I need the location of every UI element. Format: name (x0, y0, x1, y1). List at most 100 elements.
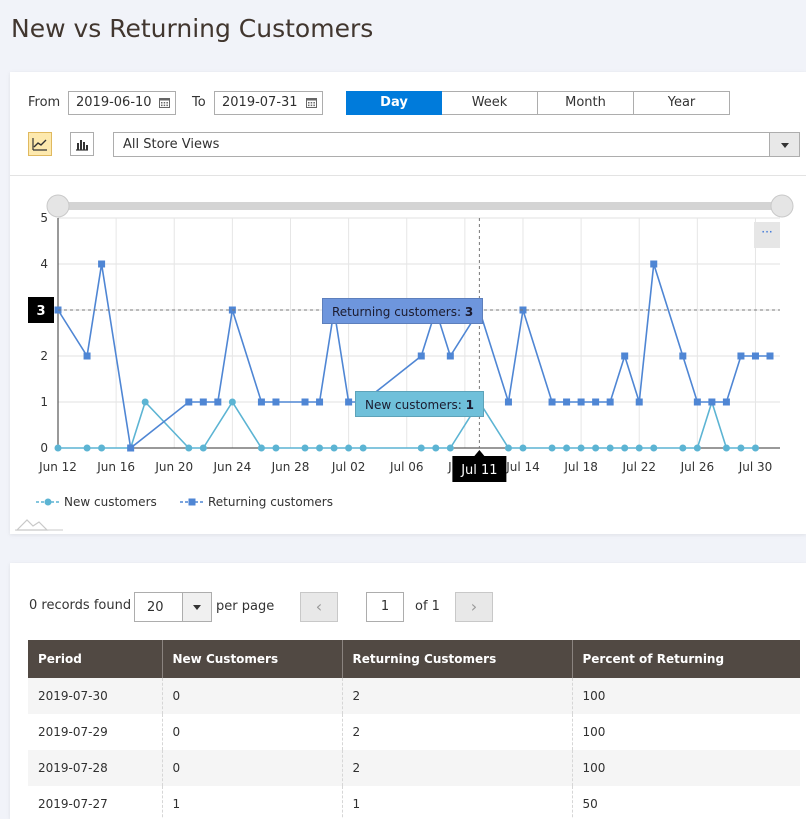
data-point-returning (83, 352, 91, 360)
page-of-label: of 1 (415, 599, 440, 614)
data-point-new (592, 444, 600, 452)
data-point-returning (577, 398, 585, 406)
calendar-icon[interactable] (159, 97, 170, 108)
store-view-select[interactable]: All Store Views (113, 132, 800, 157)
data-point-new (257, 444, 265, 452)
cell-new: 1 (162, 786, 343, 819)
table-row: 2019-07-29 0 2 100 (28, 714, 800, 750)
x-tick-label: Jul 26 (680, 460, 715, 474)
data-point-returning (316, 398, 324, 406)
data-point-new (83, 444, 91, 452)
tab-day[interactable]: Day (346, 91, 442, 115)
cell-percent: 100 (572, 714, 800, 750)
tooltip-returning-value: 3 (464, 305, 474, 319)
to-date-field[interactable]: 2019-07-31 (214, 91, 323, 115)
cell-period: 2019-07-29 (28, 714, 163, 750)
report-table: Period New Customers Returning Customers… (28, 640, 800, 819)
bar-chart-icon (76, 140, 88, 151)
x-tick-label: Jul 18 (563, 460, 598, 474)
legend-item-returning[interactable]: Returning customers (180, 495, 333, 509)
per-page-label: per page (216, 599, 275, 614)
chart-card: From 2019-06-10 To 2019-07-31 Day Week M… (10, 72, 806, 534)
data-point-returning (98, 260, 106, 268)
chart-menu-button[interactable]: ··· (754, 222, 780, 248)
calendar-icon[interactable] (306, 97, 317, 108)
crosshair-y-label: 3 (36, 304, 45, 319)
data-point-returning (185, 398, 193, 406)
table-row: 2019-07-30 0 2 100 (28, 678, 800, 714)
column-header-percent-returning[interactable]: Percent of Returning (572, 640, 800, 678)
from-date-value: 2019-06-10 (76, 95, 152, 110)
data-point-returning (722, 398, 730, 406)
tab-month[interactable]: Month (538, 91, 634, 115)
legend-new-marker (36, 498, 60, 506)
data-point-new (504, 444, 512, 452)
next-page-button[interactable]: › (455, 592, 493, 622)
column-header-new-customers[interactable]: New Customers (162, 640, 343, 678)
data-point-returning (548, 398, 556, 406)
tooltip-new-label: New customers: (365, 398, 466, 412)
tab-week[interactable]: Week (442, 91, 538, 115)
data-point-returning (504, 398, 512, 406)
page-input[interactable]: 1 (366, 592, 404, 622)
from-date-field[interactable]: 2019-06-10 (68, 91, 176, 115)
data-point-new (751, 444, 759, 452)
x-tick-label: Jul 14 (505, 460, 540, 474)
chart-logo-icon (15, 519, 63, 531)
cell-percent: 50 (572, 786, 800, 819)
x-tick-label: Jun 24 (212, 460, 251, 474)
cell-returning: 2 (342, 678, 573, 714)
tab-year[interactable]: Year (634, 91, 730, 115)
data-point-new (519, 444, 527, 452)
table-row: 2019-07-27 1 1 50 (28, 786, 800, 819)
column-header-period[interactable]: Period (28, 640, 163, 678)
chevron-down-icon[interactable] (769, 133, 799, 156)
data-point-returning (635, 398, 643, 406)
x-tick-label: Jul 06 (389, 460, 424, 474)
records-found: 0 records found (29, 598, 132, 613)
data-point-new (679, 444, 687, 452)
x-tick-label: Jun 20 (154, 460, 193, 474)
data-point-returning (679, 352, 687, 360)
prev-page-button[interactable]: ‹ (300, 592, 338, 622)
cell-new: 0 (162, 714, 343, 750)
line-chart-button[interactable] (28, 132, 52, 156)
data-point-returning (417, 352, 425, 360)
tooltip-new-value: 1 (465, 398, 474, 412)
bar-chart-button[interactable] (70, 132, 94, 156)
y-tick-label: 4 (40, 257, 48, 271)
data-point-returning (693, 398, 701, 406)
data-point-returning (621, 352, 629, 360)
data-point-new (185, 444, 193, 452)
range-slider-track (58, 202, 782, 210)
data-point-returning (650, 260, 658, 268)
chevron-right-icon: › (470, 597, 478, 616)
cell-period: 2019-07-30 (28, 678, 163, 714)
data-point-new (330, 444, 338, 452)
cell-period: 2019-07-27 (28, 786, 163, 819)
cell-new: 0 (162, 678, 343, 714)
x-tick-label: Jul 02 (331, 460, 366, 474)
data-point-new (228, 398, 236, 406)
data-point-new (737, 444, 745, 452)
x-tick-label: Jul 30 (738, 460, 773, 474)
data-point-new (432, 444, 440, 452)
page-title: New vs Returning Customers (11, 14, 374, 43)
data-point-returning (301, 398, 309, 406)
y-tick-label: 5 (40, 211, 48, 225)
legend-item-new[interactable]: New customers (36, 495, 157, 509)
data-point-returning (606, 398, 614, 406)
chevron-down-icon[interactable] (182, 593, 211, 621)
data-point-new (548, 444, 556, 452)
data-point-new (98, 444, 106, 452)
data-point-returning (737, 352, 745, 360)
data-point-new (650, 444, 658, 452)
per-page-select[interactable]: 20 (134, 592, 212, 622)
legend-returning-marker (180, 498, 204, 506)
range-slider-left-handle (46, 194, 70, 218)
data-point-new (301, 444, 309, 452)
x-tick-label: Jun 28 (271, 460, 310, 474)
x-tick-label: Jun 12 (38, 460, 77, 474)
column-header-returning-customers[interactable]: Returning Customers (342, 640, 573, 678)
data-point-returning (199, 398, 207, 406)
